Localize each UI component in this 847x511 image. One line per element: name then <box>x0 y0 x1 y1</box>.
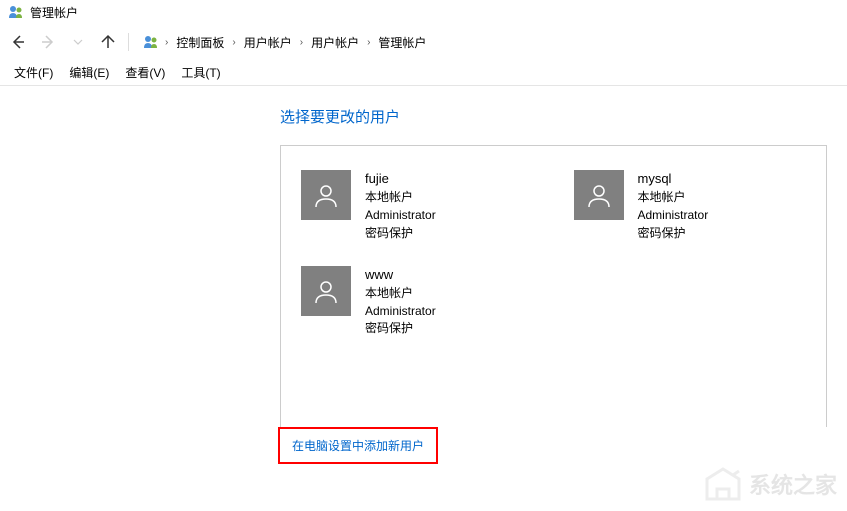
add-user-link[interactable]: 在电脑设置中添加新用户 <box>278 427 438 464</box>
window-title: 管理帐户 <box>30 4 78 21</box>
chevron-right-icon[interactable]: › <box>298 37 305 48</box>
account-info: mysql 本地帐户 Administrator 密码保护 <box>638 170 709 242</box>
recent-dropdown[interactable] <box>68 32 88 52</box>
separator <box>128 33 129 51</box>
breadcrumb-item-manage-accounts[interactable]: 管理帐户 <box>376 32 428 53</box>
chevron-right-icon[interactable]: › <box>163 37 170 48</box>
account-item[interactable]: mysql 本地帐户 Administrator 密码保护 <box>574 170 807 242</box>
users-icon <box>8 4 24 20</box>
breadcrumb: › 控制面板 › 用户帐户 › 用户帐户 › 管理帐户 <box>139 30 432 55</box>
content-area: 选择要更改的用户 fujie 本地帐户 Administrator 密码保护 <box>0 86 847 484</box>
forward-button[interactable] <box>38 32 58 52</box>
account-type: 本地帐户 <box>638 189 709 206</box>
avatar <box>301 266 351 316</box>
accounts-grid: fujie 本地帐户 Administrator 密码保护 mysql 本地帐户… <box>301 170 806 337</box>
account-info: fujie 本地帐户 Administrator 密码保护 <box>365 170 436 242</box>
add-user-highlight: 在电脑设置中添加新用户 <box>278 425 827 464</box>
avatar <box>574 170 624 220</box>
account-type: 本地帐户 <box>365 285 436 302</box>
account-item[interactable]: www 本地帐户 Administrator 密码保护 <box>301 266 534 338</box>
nav-bar: › 控制面板 › 用户帐户 › 用户帐户 › 管理帐户 <box>0 24 847 60</box>
account-info: www 本地帐户 Administrator 密码保护 <box>365 266 436 338</box>
account-name: www <box>365 266 436 284</box>
breadcrumb-item-user-accounts[interactable]: 用户帐户 <box>242 32 294 53</box>
menu-tools[interactable]: 工具(T) <box>175 61 226 84</box>
avatar <box>301 170 351 220</box>
account-type: 本地帐户 <box>365 189 436 206</box>
accounts-container: fujie 本地帐户 Administrator 密码保护 mysql 本地帐户… <box>280 145 827 427</box>
page-heading: 选择要更改的用户 <box>280 106 827 127</box>
account-protection: 密码保护 <box>638 225 709 242</box>
breadcrumb-item-user-accounts-sub[interactable]: 用户帐户 <box>309 32 361 53</box>
menu-bar: 文件(F) 编辑(E) 查看(V) 工具(T) <box>0 60 847 86</box>
account-item[interactable]: fujie 本地帐户 Administrator 密码保护 <box>301 170 534 242</box>
account-protection: 密码保护 <box>365 320 436 337</box>
account-name: mysql <box>638 170 709 188</box>
chevron-right-icon[interactable]: › <box>365 37 372 48</box>
up-button[interactable] <box>98 32 118 52</box>
menu-file[interactable]: 文件(F) <box>8 61 59 84</box>
title-bar: 管理帐户 <box>0 0 847 24</box>
back-button[interactable] <box>8 32 28 52</box>
account-role: Administrator <box>638 207 709 224</box>
account-name: fujie <box>365 170 436 188</box>
menu-edit[interactable]: 编辑(E) <box>63 61 115 84</box>
account-role: Administrator <box>365 303 436 320</box>
breadcrumb-item-control-panel[interactable]: 控制面板 <box>174 32 226 53</box>
menu-view[interactable]: 查看(V) <box>119 61 171 84</box>
account-role: Administrator <box>365 207 436 224</box>
users-icon <box>143 34 159 50</box>
account-protection: 密码保护 <box>365 225 436 242</box>
chevron-right-icon[interactable]: › <box>230 37 237 48</box>
